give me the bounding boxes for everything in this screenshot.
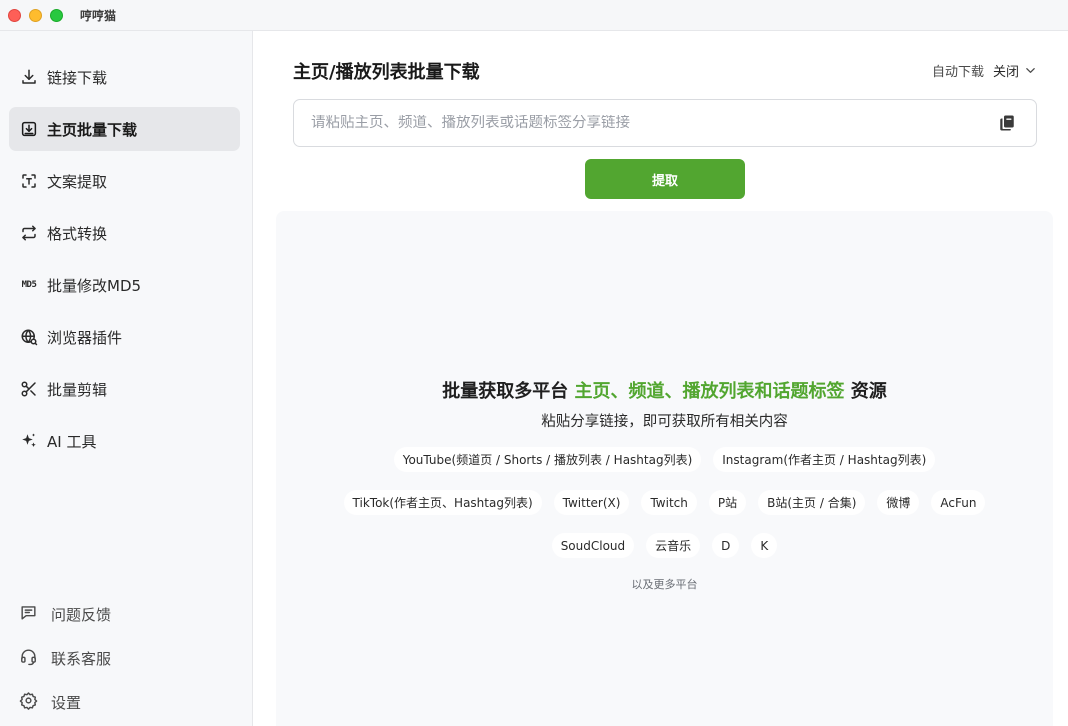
sidebar-item-label: 批量剪辑 <box>47 380 108 399</box>
platform-chip: P站 <box>708 490 747 515</box>
paste-icon <box>1000 115 1014 131</box>
sidebar-nav: 链接下载 主页批量下载 文案提取 格式转换 MD5 批量修改MD5 浏览器插件 … <box>9 55 240 471</box>
headline-suffix: 资源 <box>844 381 887 402</box>
sidebar-item-label: 浏览器插件 <box>47 328 123 347</box>
title-bar: 哼哼猫 <box>0 0 1068 31</box>
sidebar-item-label: 问题反馈 <box>51 605 112 624</box>
platform-chip: 云音乐 <box>646 533 701 558</box>
scissors-icon <box>20 380 38 398</box>
sidebar-item-label: AI 工具 <box>47 432 97 451</box>
platform-chip: YouTube(频道页 / Shorts / 播放列表 / Hashtag列表) <box>393 447 702 472</box>
sidebar-item-label: 格式转换 <box>47 224 108 243</box>
sidebar-item-settings[interactable]: 设置 <box>9 680 240 724</box>
platform-chip: 微博 <box>877 490 920 515</box>
convert-arrows-icon <box>20 224 38 242</box>
scan-text-icon <box>20 172 38 190</box>
sidebar-item-contact-support[interactable]: 联系客服 <box>9 636 240 680</box>
md5-icon: MD5 <box>21 280 37 290</box>
sidebar-item-label: 联系客服 <box>51 649 112 668</box>
sidebar-item-homepage-batch-download[interactable]: 主页批量下载 <box>9 107 240 151</box>
tray-download-icon <box>20 120 38 138</box>
platform-info-panel: 批量获取多平台 主页、频道、播放列表和话题标签 资源 粘贴分享链接，即可获取所有… <box>276 211 1053 726</box>
sidebar-item-label: 批量修改MD5 <box>47 276 142 295</box>
platform-chip: K <box>751 533 778 558</box>
sidebar-item-link-download[interactable]: 链接下载 <box>9 55 240 99</box>
sidebar-item-batch-md5[interactable]: MD5 批量修改MD5 <box>9 263 240 307</box>
more-platforms-text: 以及更多平台 <box>631 578 698 591</box>
chevron-down-icon[interactable] <box>1025 65 1036 76</box>
sidebar-item-label: 主页批量下载 <box>47 120 138 139</box>
platform-row: TikTok(作者主页、Hashtag列表) Twitter(X) Twitch… <box>276 490 1053 515</box>
platform-chip: Twitch <box>641 490 697 515</box>
page-title: 主页/播放列表批量下载 <box>293 62 480 83</box>
sidebar-item-browser-plugin[interactable]: 浏览器插件 <box>9 315 240 359</box>
link-input-box <box>293 99 1037 147</box>
download-icon <box>20 68 38 86</box>
main-content: 主页/播放列表批量下载 自动下载 关闭 提取 批量获取多平台 主页、频道、播放列… <box>253 31 1068 726</box>
app-title: 哼哼猫 <box>80 8 117 23</box>
platform-chip: AcFun <box>931 490 986 515</box>
platform-chip: Twitter(X) <box>553 490 630 515</box>
platform-chip: B站(主页 / 合集) <box>758 490 866 515</box>
platform-row: SoudCloud 云音乐 D K <box>276 533 1053 558</box>
sparkle-icon <box>20 432 38 450</box>
sidebar-item-format-convert[interactable]: 格式转换 <box>9 211 240 255</box>
headset-icon <box>19 647 38 670</box>
window-controls <box>8 8 63 22</box>
sidebar-item-text-extract[interactable]: 文案提取 <box>9 159 240 203</box>
paste-button[interactable] <box>996 112 1018 134</box>
auto-download-label: 自动下载 <box>931 65 984 80</box>
extract-button[interactable]: 提取 <box>585 159 745 199</box>
sidebar-bottom-nav: 问题反馈 联系客服 设置 <box>9 592 240 724</box>
sidebar-item-feedback[interactable]: 问题反馈 <box>9 592 240 636</box>
app-window: 哼哼猫 链接下载 主页批量下载 文案提取 格式转换 MD5 批量修改MD5 浏览… <box>0 0 1068 726</box>
panel-headline: 批量获取多平台 主页、频道、播放列表和话题标签 资源 <box>276 377 1053 403</box>
minimize-window-button[interactable] <box>29 8 42 22</box>
zoom-window-button[interactable] <box>50 8 63 22</box>
gear-icon <box>19 691 38 714</box>
platform-chip: SoudCloud <box>551 533 635 558</box>
platform-chip: TikTok(作者主页、Hashtag列表) <box>343 490 542 515</box>
platform-row: YouTube(频道页 / Shorts / 播放列表 / Hashtag列表)… <box>276 447 1053 472</box>
auto-download-select[interactable]: 关闭 <box>993 61 1019 80</box>
link-input[interactable] <box>294 115 996 131</box>
platform-chip: D <box>712 533 740 558</box>
sidebar-item-label: 文案提取 <box>47 172 108 191</box>
sidebar-item-label: 链接下载 <box>47 68 108 87</box>
headline-highlight: 主页、频道、播放列表和话题标签 <box>574 381 845 402</box>
close-window-button[interactable] <box>8 8 21 22</box>
headline-prefix: 批量获取多平台 <box>442 381 575 402</box>
platform-chip: Instagram(作者主页 / Hashtag列表) <box>713 447 936 472</box>
sidebar-item-label: 设置 <box>51 693 82 712</box>
sidebar-item-batch-edit[interactable]: 批量剪辑 <box>9 367 240 411</box>
globe-icon <box>20 328 38 346</box>
sidebar: 链接下载 主页批量下载 文案提取 格式转换 MD5 批量修改MD5 浏览器插件 … <box>0 31 253 726</box>
sidebar-item-ai-tools[interactable]: AI 工具 <box>9 419 240 463</box>
auto-download-setting: 自动下载 关闭 <box>932 61 1036 80</box>
feedback-icon <box>19 603 38 626</box>
panel-subline: 粘贴分享链接，即可获取所有相关内容 <box>541 414 788 430</box>
